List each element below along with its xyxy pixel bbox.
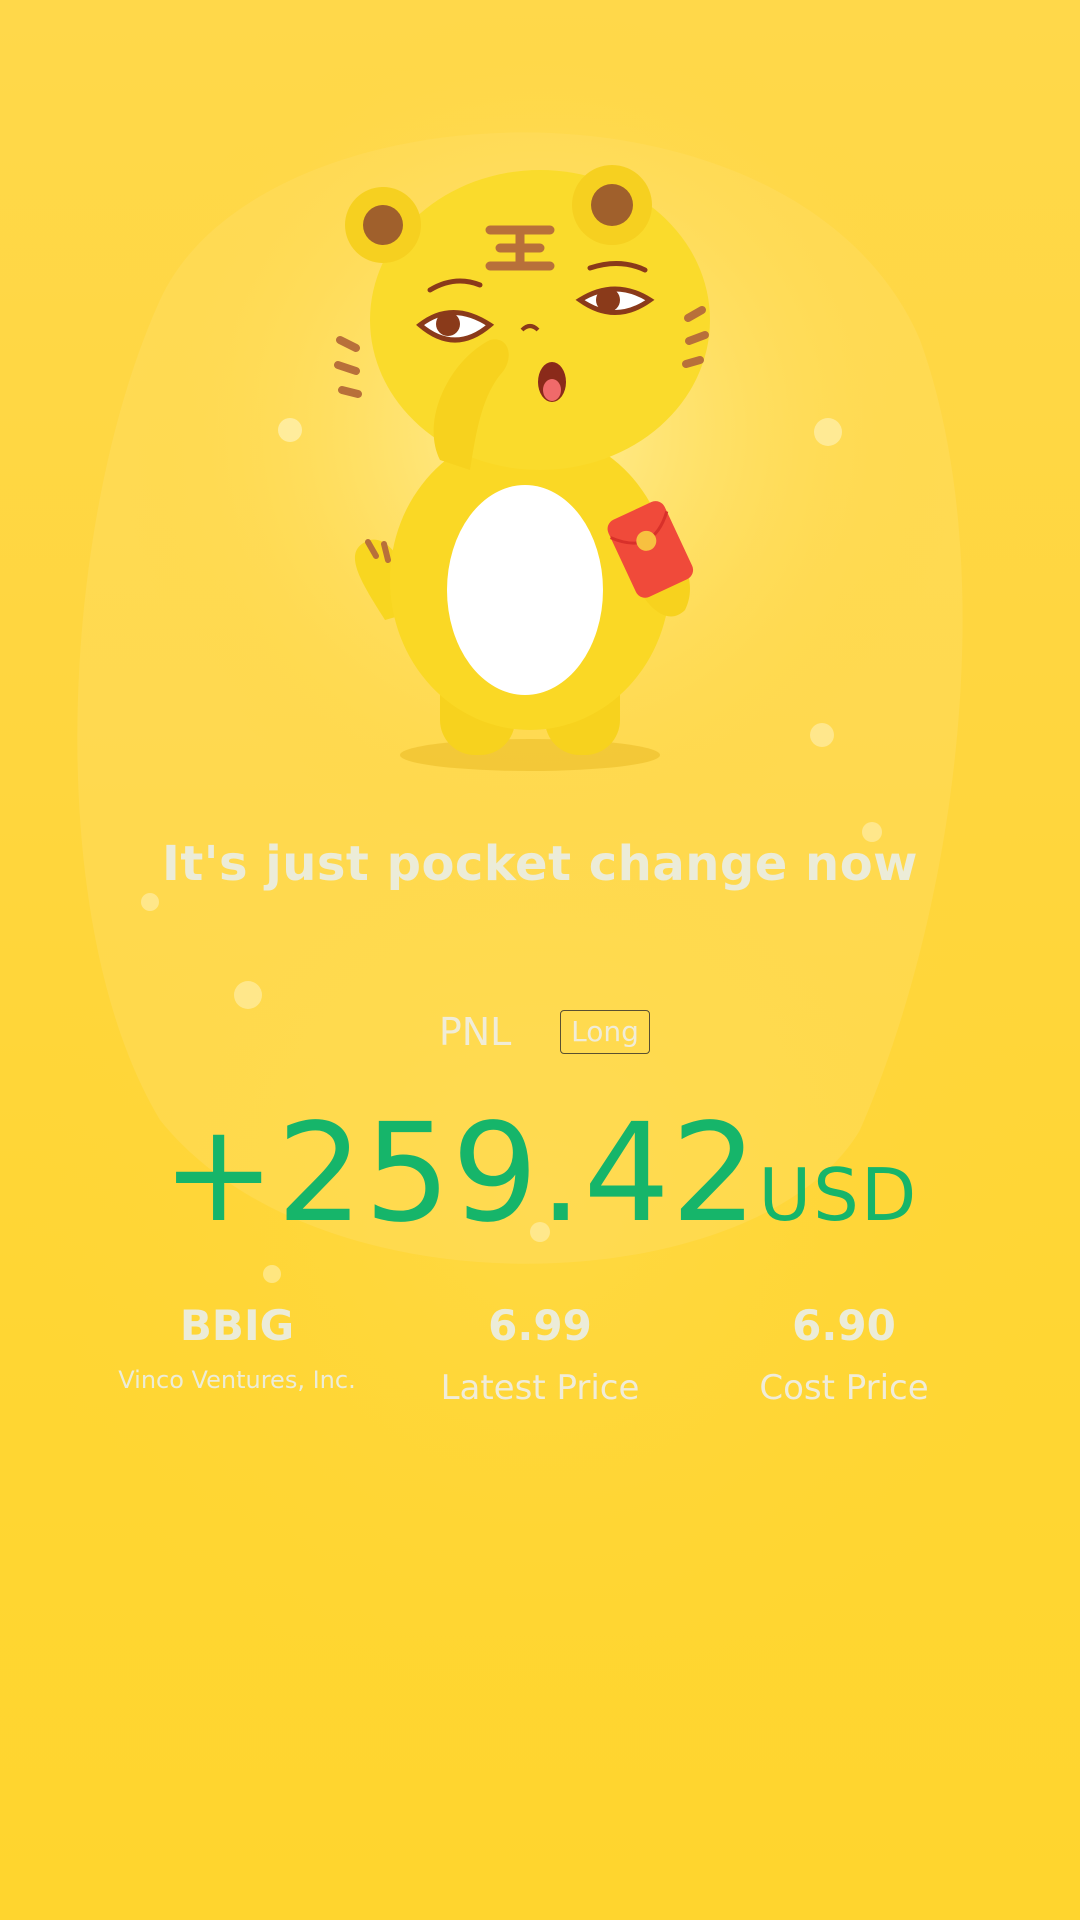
pnl-label: PNL [438,1010,512,1054]
tagline-text: It's just pocket change now [161,836,919,892]
pnl-header: PNL Long [0,1010,1080,1054]
cost-price-label: Cost Price [759,1368,929,1408]
ticker-symbol: BBIG [179,1301,295,1350]
ticker-stat: BBIG Vinco Ventures, Inc. [77,1298,397,1394]
cost-price-stat: 6.90 Cost Price [684,1298,1004,1408]
pnl-value: +259.42 USD [0,1095,1080,1253]
latest-price-stat: 6.99 Latest Price [380,1298,700,1408]
cost-price-value: 6.90 [792,1301,896,1350]
latest-price-value: 6.99 [488,1301,592,1350]
latest-price-label: Latest Price [440,1368,640,1408]
position-stats: BBIG Vinco Ventures, Inc. 6.99 Latest Pr… [0,1298,1080,1438]
position-direction-badge: Long [560,1010,650,1054]
pnl-currency: USD [758,1153,919,1237]
tiger-mascot-icon [300,160,780,780]
pnl-amount: +259.42 [161,1095,759,1253]
company-name: Vinco Ventures, Inc. [118,1366,356,1394]
